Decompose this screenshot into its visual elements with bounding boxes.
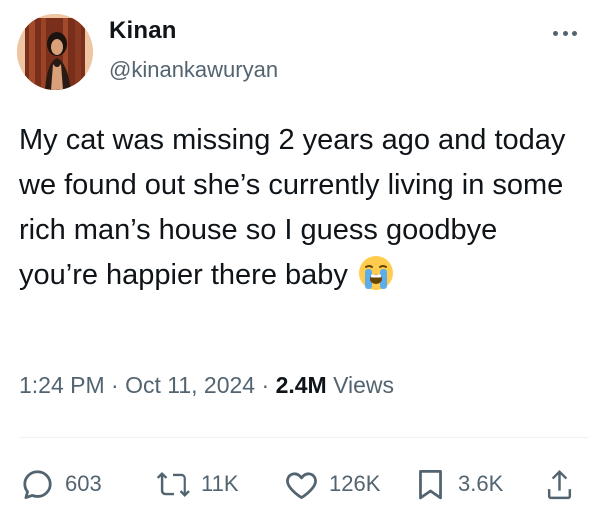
share-icon <box>547 469 572 499</box>
heart-icon <box>286 471 317 499</box>
loudly-crying-face-icon <box>358 255 394 291</box>
reply-icon <box>23 469 52 499</box>
like-button[interactable]: 126K <box>283 462 380 506</box>
reply-count: 603 <box>65 471 102 496</box>
author-handle[interactable]: @kinankawuryan <box>109 57 278 83</box>
bookmark-button[interactable]: 3.6K <box>412 462 503 506</box>
repost-icon <box>156 471 190 497</box>
tweet-text-content: My cat was missing 2 years ago and today… <box>19 124 566 291</box>
views-label: Views <box>333 372 395 398</box>
repost-button[interactable]: 11K <box>155 462 239 506</box>
views-count: 2.4M <box>275 372 327 398</box>
tweet-meta: 1:24 PM · Oct 11, 2024 · 2.4M Views <box>19 372 394 399</box>
meta-separator: · <box>111 372 119 398</box>
tweet-date[interactable]: Oct 11, 2024 <box>125 372 255 398</box>
more-options-button[interactable] <box>548 21 582 45</box>
tweet-time[interactable]: 1:24 PM <box>19 372 105 398</box>
bookmark-count: 3.6K <box>458 471 504 496</box>
tweet-text: My cat was missing 2 years ago and today… <box>19 118 579 298</box>
more-dot <box>572 30 577 36</box>
bookmark-icon <box>419 469 442 499</box>
meta-separator: · <box>261 372 270 398</box>
author-name[interactable]: Kinan <box>109 17 177 45</box>
more-dot <box>553 30 558 36</box>
reply-button[interactable]: 603 <box>19 462 102 506</box>
like-count: 126K <box>329 471 381 496</box>
avatar-image <box>17 14 93 90</box>
avatar[interactable] <box>17 14 93 90</box>
divider <box>19 437 589 438</box>
share-button[interactable] <box>541 462 578 506</box>
more-dot <box>562 30 568 36</box>
action-bar: 603 11K 126K 3.6K <box>0 462 594 506</box>
repost-count: 11K <box>201 471 239 496</box>
